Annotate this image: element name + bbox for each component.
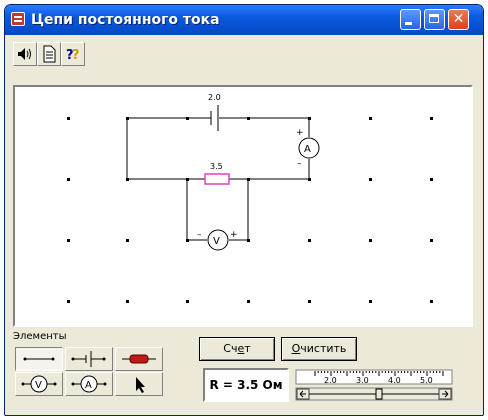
- ammeter-symbol: A: [304, 144, 311, 155]
- battery-icon: [71, 351, 106, 367]
- resistance-readout: R = 3.5 Ом: [203, 368, 289, 402]
- wire-icon: [23, 357, 55, 361]
- slider-tick-label: 2.0: [324, 376, 337, 385]
- close-button[interactable]: ✕: [448, 9, 469, 30]
- voltmeter-symbol: V: [213, 236, 220, 247]
- count-label-1: Сч: [223, 342, 238, 355]
- window-title: Цепи постоянного тока: [31, 12, 220, 28]
- help-icon: ? ?: [66, 48, 80, 63]
- palette-resistor-button[interactable]: [115, 347, 163, 371]
- voltmeter-minus: –: [197, 230, 202, 240]
- ammeter-plus: +: [296, 128, 304, 138]
- svg-text:A: A: [85, 380, 92, 391]
- resistor-icon: [122, 354, 156, 364]
- grid-dots: [67, 117, 433, 303]
- clear-hotkey: О: [291, 342, 301, 355]
- ammeter-icon: A: [71, 375, 107, 393]
- elements-label: Элементы: [13, 331, 67, 342]
- slider-tick-label: 3.0: [356, 376, 369, 385]
- close-icon: ✕: [452, 11, 465, 27]
- svg-text:?: ?: [72, 48, 80, 63]
- svg-text:V: V: [35, 380, 42, 391]
- circuit-canvas[interactable]: 2.0 3.5 A + – V – +: [13, 85, 473, 327]
- resistor: [204, 173, 230, 185]
- resistor-value: 3.5: [210, 162, 223, 171]
- slider-tick-label: 5.0: [420, 376, 433, 385]
- resistance-slider[interactable]: 2.0 3.0 4.0 5.0: [295, 369, 455, 403]
- ammeter-minus: –: [297, 159, 302, 169]
- minimize-button[interactable]: [400, 9, 421, 30]
- palette-voltmeter-button[interactable]: V: [15, 372, 63, 396]
- voltmeter-plus: +: [230, 230, 238, 240]
- count-label-2: т: [244, 342, 251, 355]
- palette-pointer-button[interactable]: [115, 372, 163, 396]
- document-icon: [43, 45, 56, 63]
- title-bar[interactable]: Цепи постоянного тока ✕: [5, 5, 483, 35]
- count-button[interactable]: Счет: [199, 337, 275, 361]
- sound-button[interactable]: [13, 42, 37, 66]
- voltmeter-icon: V: [21, 375, 57, 393]
- speaker-icon: [18, 48, 31, 60]
- app-window: Цепи постоянного тока ✕ ? ? 2.0 3.5 A + …: [4, 4, 484, 416]
- document-button[interactable]: [37, 42, 61, 66]
- circuit-diagram: 2.0 3.5 A + – V – +: [67, 93, 433, 303]
- battery-value: 2.0: [208, 93, 221, 102]
- palette-battery-button[interactable]: [65, 347, 113, 371]
- clear-button[interactable]: Очистить: [281, 337, 357, 361]
- palette-wire-button[interactable]: [15, 347, 63, 371]
- app-icon[interactable]: [11, 12, 25, 26]
- battery: [210, 105, 219, 131]
- slider-thumb: [375, 388, 383, 400]
- pointer-icon: [136, 377, 145, 393]
- palette-ammeter-button[interactable]: A: [65, 372, 113, 396]
- clear-label: чистить: [300, 342, 347, 355]
- help-button[interactable]: ? ?: [61, 42, 85, 66]
- maximize-button[interactable]: [424, 9, 445, 30]
- slider-tick-label: 4.0: [388, 376, 401, 385]
